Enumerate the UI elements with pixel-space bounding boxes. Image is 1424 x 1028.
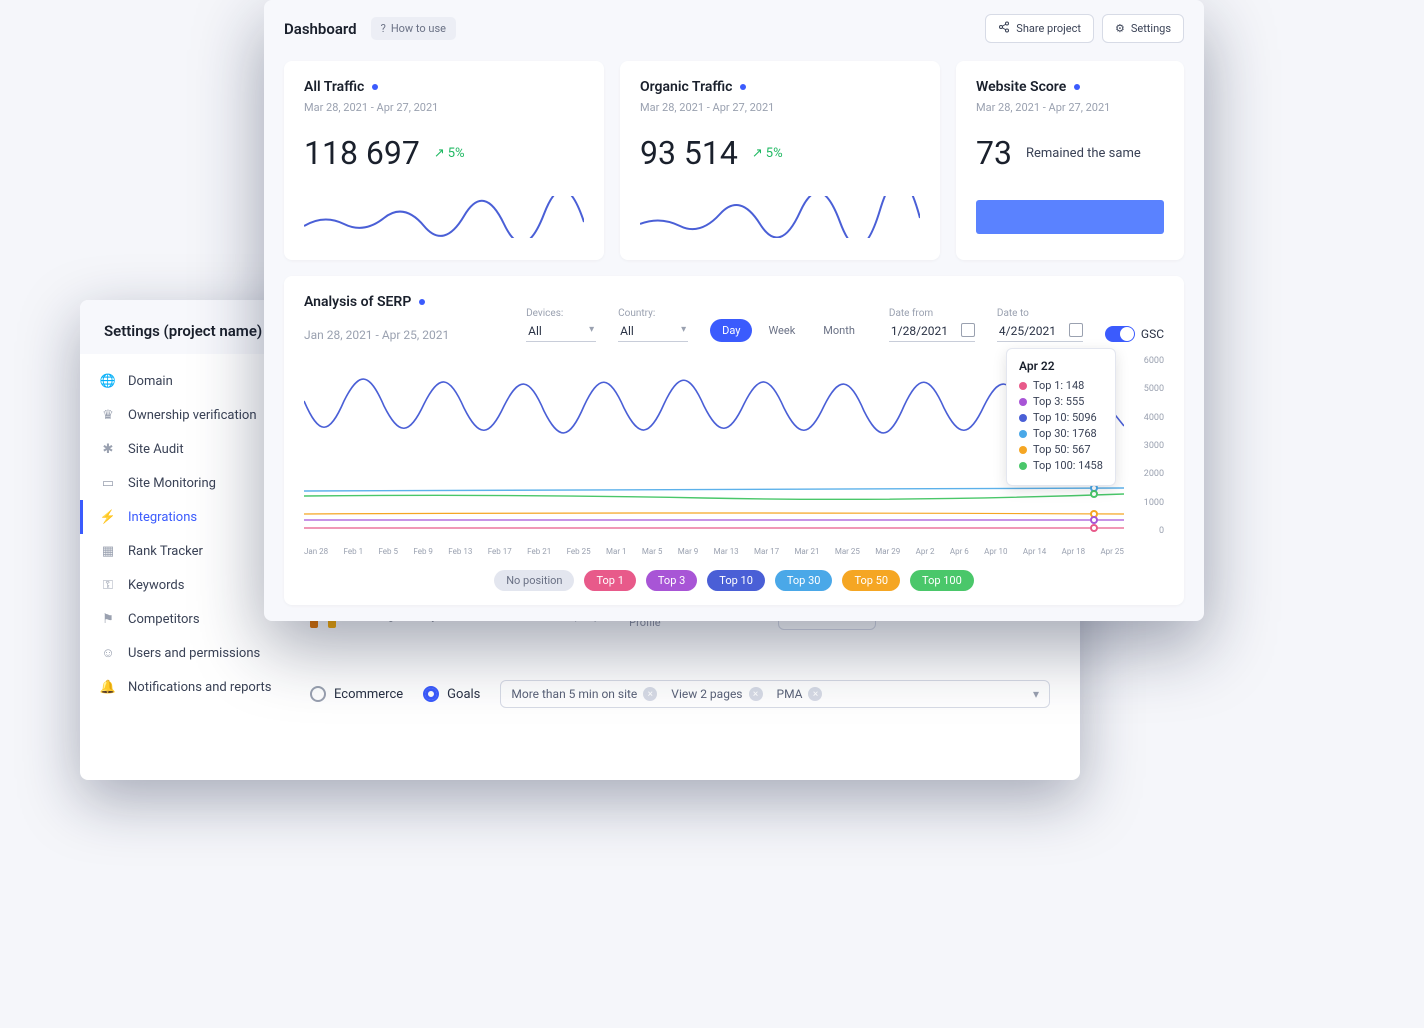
gear-icon: ⚙ bbox=[1115, 22, 1125, 35]
card-date: Mar 28, 2021 - Apr 27, 2021 bbox=[304, 101, 584, 114]
legend-chip-top-3[interactable]: Top 3 bbox=[646, 570, 697, 591]
goal-chip: View 2 pages× bbox=[671, 687, 762, 701]
remove-chip-icon[interactable]: × bbox=[808, 687, 822, 701]
legend-chip-top-1[interactable]: Top 1 bbox=[584, 570, 635, 591]
legend-chip-no-position[interactable]: No position bbox=[494, 570, 574, 591]
legend-chip-top-30[interactable]: Top 30 bbox=[775, 570, 833, 591]
info-icon[interactable] bbox=[372, 84, 378, 90]
serp-date-range: Jan 28, 2021 - Apr 25, 2021 bbox=[304, 328, 449, 342]
sidebar-item-users-and-permissions[interactable]: ☺Users and permissions bbox=[80, 636, 1080, 670]
card-value: 118 697 bbox=[304, 134, 420, 172]
card-value: 73 bbox=[976, 134, 1012, 172]
serp-chart: Apr 22 Top 1: 148 Top 3: 555 Top 10: 5096 T… bbox=[304, 356, 1164, 556]
date-from-field[interactable]: Date from 1/28/2021 bbox=[889, 308, 975, 342]
dashboard-panel: Dashboard ? How to use Share project ⚙ S… bbox=[264, 0, 1204, 621]
period-tab-day[interactable]: Day bbox=[710, 319, 752, 342]
score-note: Remained the same bbox=[1026, 146, 1141, 161]
share-icon bbox=[998, 21, 1010, 36]
info-icon[interactable] bbox=[419, 299, 425, 305]
x-axis-ticks: Jan 28Feb 1Feb 5Feb 9Feb 13Feb 17Feb 21F… bbox=[304, 547, 1124, 556]
series-dot-icon bbox=[1019, 414, 1027, 422]
toggle-switch-icon[interactable] bbox=[1105, 326, 1135, 342]
card-title: All Traffic bbox=[304, 79, 364, 95]
trend-up-icon: ↗ bbox=[434, 146, 445, 161]
tooltip-row: Top 50: 567 bbox=[1019, 443, 1103, 456]
serp-title: Analysis of SERP bbox=[304, 294, 411, 310]
share-project-button[interactable]: Share project bbox=[985, 14, 1094, 43]
plug-icon: ⚡ bbox=[100, 509, 116, 525]
info-icon[interactable] bbox=[740, 84, 746, 90]
card-title: Organic Traffic bbox=[640, 79, 732, 95]
legend-chip-top-50[interactable]: Top 50 bbox=[842, 570, 900, 591]
settings-button[interactable]: ⚙ Settings bbox=[1102, 14, 1184, 43]
card-value: 93 514 bbox=[640, 134, 738, 172]
organic-traffic-card: Organic Traffic Mar 28, 2021 - Apr 27, 2… bbox=[620, 61, 940, 260]
goals-row: Ecommerce Goals More than 5 min on site×… bbox=[310, 680, 1050, 708]
tooltip-row: Top 3: 555 bbox=[1019, 395, 1103, 408]
chart-tooltip: Apr 22 Top 1: 148 Top 3: 555 Top 10: 5096 T… bbox=[1006, 348, 1116, 486]
tooltip-date: Apr 22 bbox=[1019, 359, 1103, 373]
devices-filter[interactable]: Devices: All bbox=[526, 308, 596, 342]
series-dot-icon bbox=[1019, 446, 1027, 454]
series-dot-icon bbox=[1019, 382, 1027, 390]
legend-chip-top-100[interactable]: Top 100 bbox=[910, 570, 974, 591]
sparkline bbox=[640, 196, 920, 238]
score-bar bbox=[976, 200, 1164, 234]
tooltip-row: Top 30: 1768 bbox=[1019, 427, 1103, 440]
monitor-icon: ▭ bbox=[100, 475, 116, 491]
serp-legend: No position Top 1 Top 3 Top 10 Top 30 Top 50 T… bbox=[304, 570, 1164, 591]
series-dot-icon bbox=[1019, 430, 1027, 438]
card-date: Mar 28, 2021 - Apr 27, 2021 bbox=[976, 101, 1164, 114]
key-icon: ⚿ bbox=[100, 577, 116, 593]
goals-chip-field[interactable]: More than 5 min on site× View 2 pages× PMA… bbox=[500, 680, 1050, 708]
trend-up: ↗5% bbox=[434, 146, 465, 161]
ecommerce-radio[interactable]: Ecommerce bbox=[310, 686, 403, 702]
legend-chip-top-10[interactable]: Top 10 bbox=[707, 570, 765, 591]
serp-panel: Analysis of SERP Jan 28, 2021 - Apr 25, … bbox=[284, 276, 1184, 605]
rank-icon: ▦ bbox=[100, 543, 116, 559]
flag-icon: ⚑ bbox=[100, 611, 116, 627]
bell-icon: 🔔 bbox=[100, 679, 116, 695]
trend-up-icon: ↗ bbox=[752, 146, 763, 161]
how-to-use-button[interactable]: ? How to use bbox=[371, 17, 456, 40]
goal-chip: PMA× bbox=[777, 687, 823, 701]
website-score-card: Website Score Mar 28, 2021 - Apr 27, 202… bbox=[956, 61, 1184, 260]
date-to-field[interactable]: Date to 4/25/2021 bbox=[997, 308, 1083, 342]
chevron-down-icon[interactable]: ▾ bbox=[1033, 687, 1039, 701]
period-tab-month[interactable]: Month bbox=[811, 319, 867, 342]
tooltip-row: Top 1: 148 bbox=[1019, 379, 1103, 392]
chart-plot bbox=[304, 356, 1124, 536]
dashboard-header: Dashboard ? How to use Share project ⚙ S… bbox=[264, 0, 1204, 57]
bug-icon: ✱ bbox=[100, 441, 116, 457]
all-traffic-card: All Traffic Mar 28, 2021 - Apr 27, 2021 … bbox=[284, 61, 604, 260]
country-filter[interactable]: Country: All bbox=[618, 308, 688, 342]
series-dot-icon bbox=[1019, 398, 1027, 406]
remove-chip-icon[interactable]: × bbox=[643, 687, 657, 701]
tooltip-row: Top 100: 1458 bbox=[1019, 459, 1103, 472]
question-icon: ? bbox=[381, 22, 386, 35]
remove-chip-icon[interactable]: × bbox=[749, 687, 763, 701]
page-title: Dashboard bbox=[284, 20, 357, 38]
summary-cards: All Traffic Mar 28, 2021 - Apr 27, 2021 … bbox=[264, 57, 1204, 276]
crown-icon: ♛ bbox=[100, 407, 116, 423]
y-axis-ticks: 6000500040003000200010000 bbox=[1130, 356, 1164, 536]
goal-chip: More than 5 min on site× bbox=[511, 687, 657, 701]
card-title: Website Score bbox=[976, 79, 1066, 95]
gsc-toggle[interactable]: GSC bbox=[1105, 326, 1164, 342]
globe-icon: 🌐 bbox=[100, 373, 116, 389]
series-dot-icon bbox=[1019, 462, 1027, 470]
info-icon[interactable] bbox=[1074, 84, 1080, 90]
period-tabs: DayWeekMonth bbox=[710, 319, 867, 342]
card-date: Mar 28, 2021 - Apr 27, 2021 bbox=[640, 101, 920, 114]
period-tab-week[interactable]: Week bbox=[756, 319, 807, 342]
goals-radio[interactable]: Goals bbox=[423, 686, 480, 702]
tooltip-row: Top 10: 5096 bbox=[1019, 411, 1103, 424]
user-icon: ☺ bbox=[100, 645, 116, 661]
sparkline bbox=[304, 196, 584, 238]
trend-up: ↗5% bbox=[752, 146, 783, 161]
